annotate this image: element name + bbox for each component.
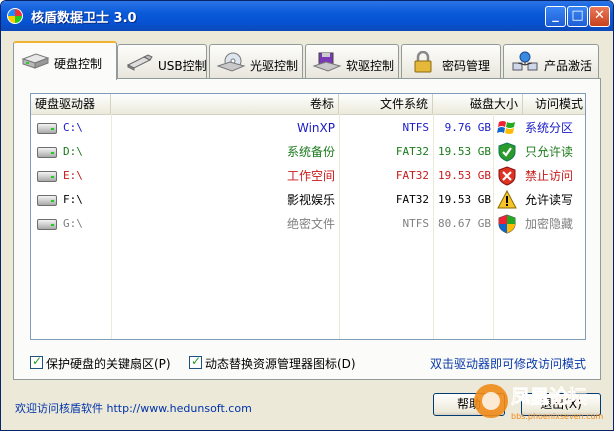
tab-hard-disk-control[interactable]: 硬盘控制 <box>13 41 117 80</box>
usb-drive-icon <box>126 54 153 71</box>
disk-size: 19.53 GB <box>438 169 491 182</box>
drive-list[interactable]: 硬盘驱动器 卷标 文件系统 磁盘大小 访问模式 C:\ WinXP NTFS 9.76… <box>30 93 586 340</box>
file-system: FAT32 <box>395 193 429 206</box>
column-header-label[interactable]: 卷标 <box>111 94 339 114</box>
protect-key-sectors-checkbox[interactable] <box>30 354 43 369</box>
red-shield-x-icon <box>497 166 517 186</box>
hard-disk-icon <box>21 53 50 69</box>
access-mode: 加密隐藏 <box>525 217 574 231</box>
table-row[interactable]: F:\ 影视娱乐 FAT32 19.53 GB 允许读写 <box>31 188 585 212</box>
access-mode: 只允许读 <box>525 145 574 159</box>
column-header-access-mode[interactable]: 访问模式 <box>493 94 585 114</box>
floppy-drive-icon <box>312 52 342 72</box>
table-row[interactable]: G:\ 绝密文件 NTFS 80.67 GB 加密隐藏 <box>31 212 585 236</box>
app-shield-icon <box>7 8 23 24</box>
access-mode: 禁止访问 <box>525 169 574 183</box>
volume-label: WinXP <box>297 121 335 135</box>
drive-icon <box>37 219 57 230</box>
watermark-text: 凤凰论坛 <box>511 385 587 408</box>
drive-letter: D:\ <box>63 145 83 158</box>
lock-icon <box>414 51 432 73</box>
maximize-button[interactable]: □ <box>567 6 588 27</box>
welcome-link[interactable]: 欢迎访问核盾软件 http://www.hedunsoft.com <box>15 400 252 416</box>
close-button[interactable]: ✕ <box>589 6 610 27</box>
table-row[interactable]: E:\ 工作空间 FAT32 19.53 GB 禁止访问 <box>31 164 585 188</box>
network-icon <box>512 51 538 71</box>
table-row[interactable]: C:\ WinXP NTFS 9.76 GB 系统分区 <box>31 116 585 140</box>
tab-label: 硬盘控制 <box>54 57 103 71</box>
protect-key-sectors-label[interactable]: 保护硬盘的关键扇区(P) <box>46 355 171 372</box>
disk-size: 9.76 GB <box>444 121 491 134</box>
window-title: 核盾数据卫士 3.0 <box>31 11 137 26</box>
tab-label: 产品激活 <box>544 59 593 73</box>
warning-triangle-icon <box>497 189 517 210</box>
tab-label: 光驱控制 <box>250 59 299 73</box>
tab-bar: 硬盘控制 USB控制 光驱控制 软驱控制 密码管理 产品激活 <box>13 41 603 80</box>
drive-letter: F:\ <box>63 193 83 206</box>
tab-cd-drive-control[interactable]: 光驱控制 <box>209 44 303 78</box>
drive-icon <box>37 171 57 182</box>
file-system: FAT32 <box>395 145 429 158</box>
tab-label: 密码管理 <box>442 59 491 73</box>
access-mode: 允许读写 <box>525 193 574 207</box>
drive-letter: C:\ <box>63 121 83 134</box>
green-shield-check-icon <box>497 142 517 162</box>
cd-drive-icon <box>216 52 246 72</box>
disk-size: 19.53 GB <box>438 193 491 206</box>
column-header-filesystem[interactable]: 文件系统 <box>339 94 433 114</box>
access-mode: 系统分区 <box>525 121 574 135</box>
minimize-button[interactable]: _ <box>545 6 566 27</box>
tab-label: 软驱控制 <box>346 59 395 73</box>
tab-usb-control[interactable]: USB控制 <box>117 44 207 78</box>
disk-size: 19.53 GB <box>438 145 491 158</box>
volume-label: 绝密文件 <box>286 217 335 231</box>
drive-icon <box>37 195 57 206</box>
volume-label: 系统备份 <box>286 145 335 159</box>
drive-letter: E:\ <box>63 169 83 182</box>
tab-label: USB控制 <box>158 59 207 73</box>
tab-password-management[interactable]: 密码管理 <box>401 44 501 78</box>
disk-size: 80.67 GB <box>438 217 491 230</box>
dynamic-replace-icon-label[interactable]: 动态替换资源管理器图标(D) <box>205 355 356 372</box>
volume-label: 工作空间 <box>286 169 335 183</box>
main-window: 核盾数据卫士 3.0 _ □ ✕ 硬盘控制 USB控制 光驱控制 软驱控制 密码… <box>0 0 614 431</box>
file-system: NTFS <box>402 121 430 134</box>
file-system: FAT32 <box>395 169 429 182</box>
drive-letter: G:\ <box>63 217 83 230</box>
table-row[interactable]: D:\ 系统备份 FAT32 19.53 GB 只允许读 <box>31 140 585 164</box>
file-system: NTFS <box>402 217 430 230</box>
drive-icon <box>37 123 57 134</box>
title-bar[interactable]: 核盾数据卫士 3.0 _ □ ✕ <box>1 1 613 31</box>
colored-shield-icon <box>497 214 517 234</box>
dynamic-replace-icon-checkbox[interactable] <box>189 354 202 369</box>
tab-floppy-drive-control[interactable]: 软驱控制 <box>305 44 399 78</box>
windows-logo-icon <box>497 118 517 138</box>
list-header: 硬盘驱动器 卷标 文件系统 磁盘大小 访问模式 <box>31 94 585 115</box>
tab-panel-hard-disk: 硬盘驱动器 卷标 文件系统 磁盘大小 访问模式 C:\ WinXP NTFS 9.76… <box>13 78 601 380</box>
volume-label: 影视娱乐 <box>286 193 335 207</box>
column-header-drive[interactable]: 硬盘驱动器 <box>31 94 111 114</box>
watermark-logo: 凤凰论坛 bbs.phoenixseven.com <box>474 384 604 421</box>
watermark-url: bbs.phoenixseven.com <box>511 412 604 421</box>
drive-icon <box>37 147 57 158</box>
tab-product-activation[interactable]: 产品激活 <box>503 44 599 78</box>
